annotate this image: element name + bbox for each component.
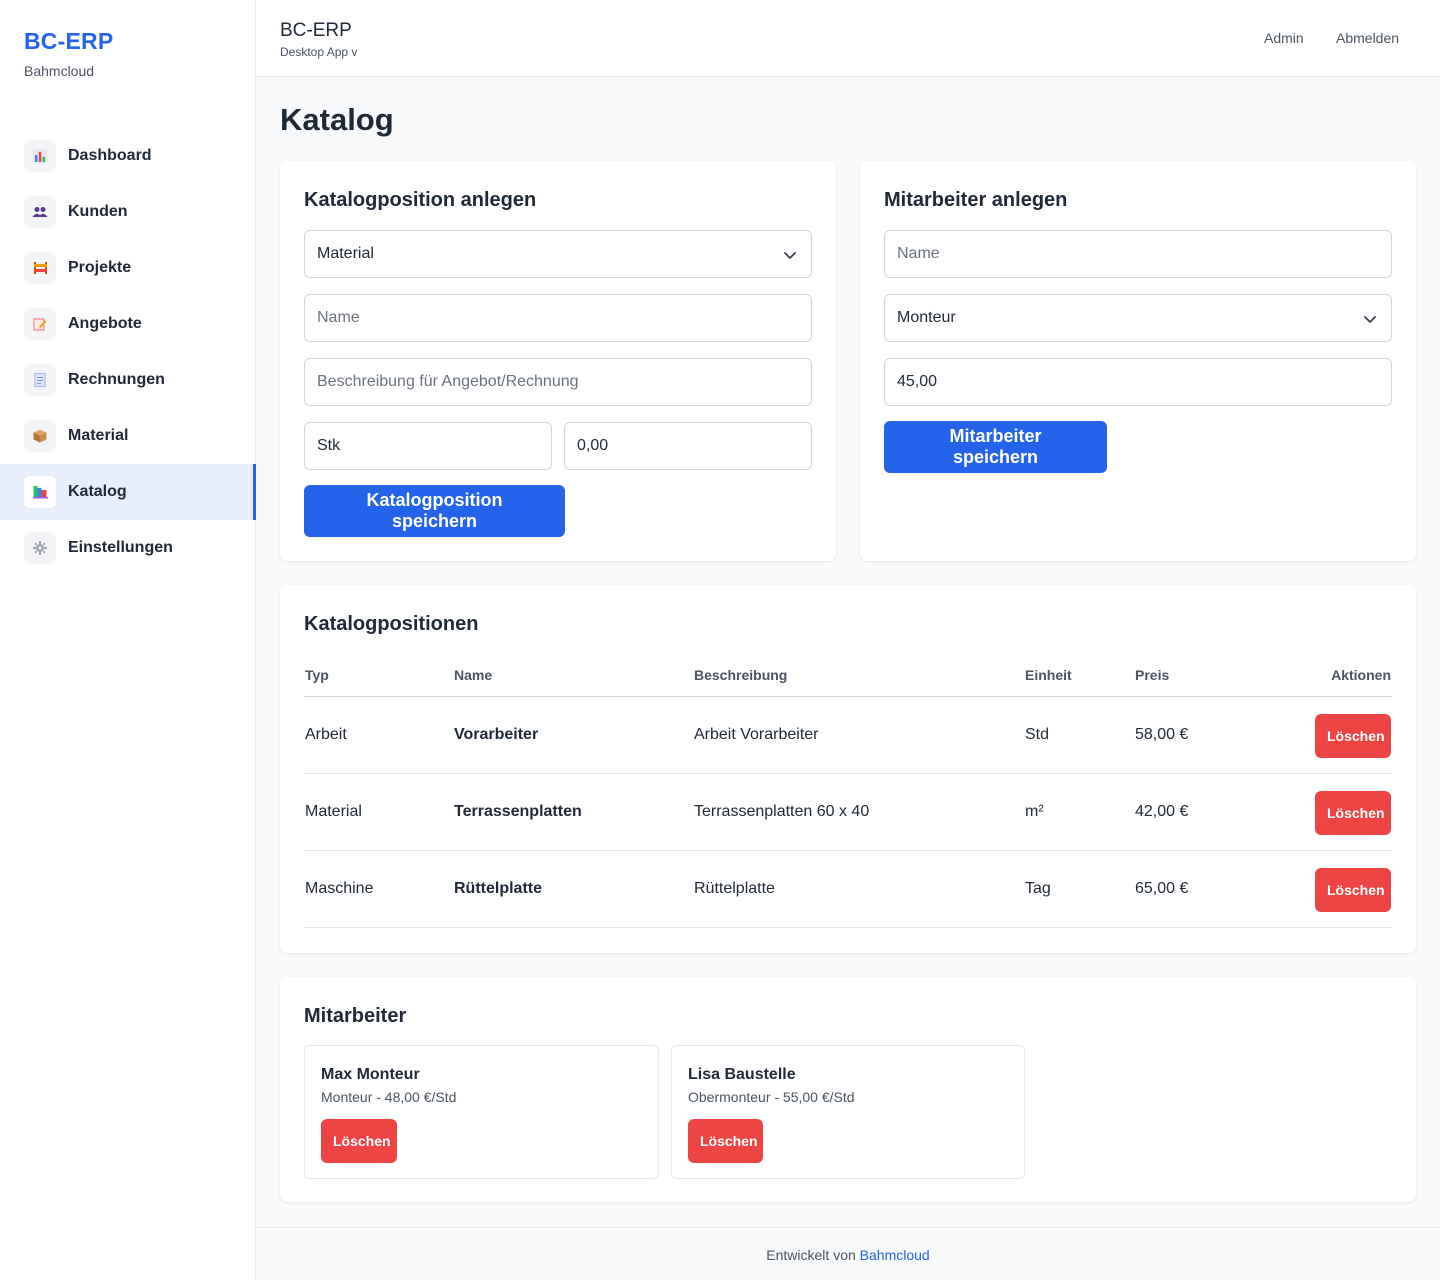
sidebar-item-projekte[interactable]: Projekte [0,240,255,296]
catalog-table-card: Katalogpositionen Typ Name Beschreibung … [280,585,1416,953]
chevron-down-icon [784,252,796,259]
cell-price: 42,00 € [1135,803,1189,820]
brand-subtitle: Bahmcloud [24,63,95,79]
top-bar: BC-ERP Desktop App v Admin Abmelden [256,0,1440,77]
chevron-down-icon [1364,316,1376,323]
employee-card: Max Monteur Monteur - 48,00 €/Std Lösche… [304,1045,659,1179]
package-icon [24,420,56,452]
cell-type: Material [305,803,362,820]
sidebar-item-label: Projekte [68,259,132,276]
employee-card: Lisa Baustelle Obermonteur - 55,00 €/Std… [671,1045,1025,1179]
receipt-icon [24,364,56,396]
construction-icon [24,252,56,284]
app-version: Desktop App v [280,45,358,59]
catalog-type-select[interactable]: Material [304,230,812,278]
cell-name: Terrassenplatten [454,803,582,820]
table-row: Arbeit Vorarbeiter Arbeit Vorarbeiter St… [304,697,1392,774]
column-header-unit: Einheit [1025,667,1072,683]
save-catalog-button[interactable]: Katalogposition speichern [304,485,565,537]
sidebar-item-rechnungen[interactable]: Rechnungen [0,352,255,408]
delete-button[interactable]: Löschen [1315,791,1391,835]
column-header-price: Preis [1135,667,1170,683]
bar-chart-icon [24,140,56,172]
employee-name: Lisa Baustelle [688,1066,796,1083]
delete-button[interactable]: Löschen [1315,714,1391,758]
employee-detail: Obermonteur - 55,00 €/Std [688,1089,855,1105]
employee-rate-input[interactable] [884,358,1392,406]
employee-role-select[interactable]: Monteur [884,294,1392,342]
app-title: BC-ERP [280,20,352,41]
delete-employee-button[interactable]: Löschen [688,1119,763,1163]
catalog-price-input[interactable] [564,422,812,470]
cell-unit: m² [1025,803,1044,820]
catalog-unit-input[interactable] [304,422,552,470]
cell-unit: Tag [1025,880,1051,897]
table-row: Maschine Rüttelplatte Rüttelplatte Tag 6… [304,851,1392,928]
employee-form-title: Mitarbeiter anlegen [884,189,1068,211]
cell-name: Vorarbeiter [454,726,539,743]
gear-icon [24,532,56,564]
cell-type: Maschine [305,880,374,897]
column-header-description: Beschreibung [694,667,788,683]
memo-icon [24,308,56,340]
sidebar-item-angebote[interactable]: Angebote [0,296,255,352]
employee-role-value: Monteur [897,309,956,326]
delete-employee-button[interactable]: Löschen [321,1119,397,1163]
catalog-form-card: Katalogposition anlegen Material Katalog… [280,161,836,561]
cell-price: 65,00 € [1135,880,1189,897]
sidebar-item-einstellungen[interactable]: Einstellungen [0,520,255,576]
footer: Entwickelt von Bahmcloud [256,1227,1440,1280]
sidebar-item-label: Rechnungen [68,371,165,388]
catalog-table-title: Katalogpositionen [304,613,479,635]
cell-unit: Std [1025,726,1050,743]
employees-title: Mitarbeiter [304,1005,407,1027]
employee-detail: Monteur - 48,00 €/Std [321,1089,457,1105]
sidebar-item-material[interactable]: Material [0,408,255,464]
page-title: Katalog [280,102,394,137]
sidebar-item-katalog[interactable]: Katalog [0,464,256,520]
column-header-name: Name [454,667,493,683]
sidebar-item-label: Kunden [68,203,128,220]
sidebar-item-label: Einstellungen [68,539,173,556]
brand-title[interactable]: BC-ERP [24,28,231,55]
cell-type: Arbeit [305,726,347,743]
logout-link[interactable]: Abmelden [1336,30,1399,46]
catalog-name-input[interactable] [304,294,812,342]
catalog-form-title: Katalogposition anlegen [304,189,537,211]
employee-form-card: Mitarbeiter anlegen Monteur Mitarbeiter … [860,161,1416,561]
table-row: Material Terrassenplatten Terrassenplatt… [304,774,1392,851]
column-header-actions: Aktionen [1331,667,1391,683]
cell-price: 58,00 € [1135,726,1189,743]
sidebar: BC-ERP Bahmcloud Dashboard Kunden Projek… [0,0,256,1280]
delete-button[interactable]: Löschen [1315,868,1391,912]
sidebar-item-kunden[interactable]: Kunden [0,184,255,240]
cell-description: Terrassenplatten 60 x 40 [694,803,870,820]
catalog-description-input[interactable] [304,358,812,406]
sidebar-item-label: Dashboard [68,147,152,164]
cell-name: Rüttelplatte [454,880,542,897]
footer-text: Entwickelt von [766,1247,856,1263]
employees-card: Mitarbeiter Max Monteur Monteur - 48,00 … [280,977,1416,1202]
column-header-type: Typ [305,667,329,683]
users-icon [24,196,56,228]
cell-description: Rüttelplatte [694,880,775,897]
save-employee-button[interactable]: Mitarbeiter speichern [884,421,1107,473]
employee-name: Max Monteur [321,1066,420,1083]
catalog-type-value: Material [317,245,374,262]
sidebar-item-dashboard[interactable]: Dashboard [0,128,255,184]
cell-description: Arbeit Vorarbeiter [694,726,819,743]
admin-link[interactable]: Admin [1264,30,1304,46]
books-icon [24,476,56,508]
brand: BC-ERP Bahmcloud [0,0,255,110]
sidebar-item-label: Material [68,427,129,444]
employee-name-input[interactable] [884,230,1392,278]
sidebar-item-label: Angebote [68,315,142,332]
footer-link[interactable]: Bahmcloud [860,1247,930,1263]
sidebar-item-label: Katalog [68,483,127,500]
sidebar-nav: Dashboard Kunden Projekte Angebote Rechn… [0,128,256,576]
